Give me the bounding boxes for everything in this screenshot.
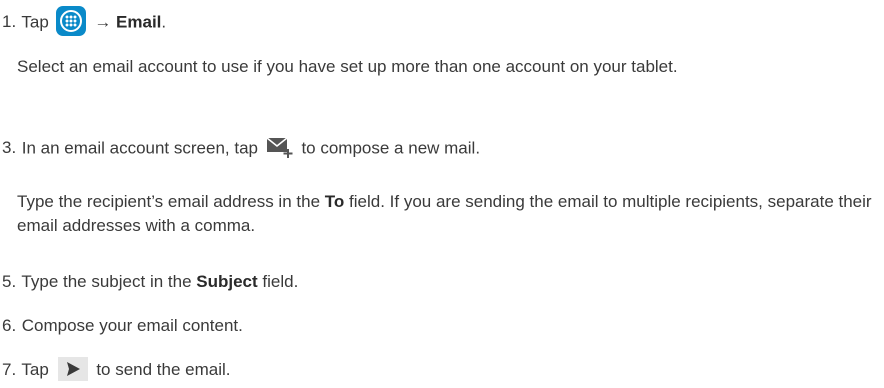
- step-number: 4.: [0, 190, 17, 214]
- email-bold-label: Email: [116, 12, 162, 32]
- step-5: 5. Type the subject in the Subject field…: [2, 270, 298, 294]
- step-number: 1.: [2, 12, 17, 32]
- step-7: 7. Tap to send the email.: [2, 356, 231, 383]
- apps-icon: [55, 6, 86, 36]
- step-text-end: to compose a new mail.: [301, 138, 481, 158]
- step-text: Compose your email content.: [21, 316, 243, 335]
- step-text: Tap: [21, 12, 49, 32]
- subject-bold-label: Subject: [196, 272, 258, 291]
- step-1: 1. Tap → Email.: [2, 6, 167, 38]
- step-number: 7.: [2, 360, 17, 379]
- step-text-end: .: [161, 12, 167, 32]
- step-3: 3. In an email account screen, tap to co…: [2, 136, 480, 162]
- compose-mail-icon: [265, 134, 295, 160]
- step-text-end: to send the email.: [96, 360, 231, 379]
- step-text: In an email account screen, tap: [21, 138, 258, 158]
- step-text: Tap: [21, 360, 49, 379]
- step-number: 2.: [0, 55, 17, 79]
- to-bold-label: To: [324, 192, 345, 211]
- step-text: Select an email account to use if you ha…: [17, 57, 678, 76]
- step-number: 5.: [2, 272, 17, 291]
- step-text: Type the subject in the: [21, 272, 192, 291]
- arrow-text: →: [94, 12, 112, 32]
- send-icon: [57, 356, 88, 381]
- step-2: 2.Select an email account to use if you …: [0, 55, 884, 79]
- step-text: Type the recipient’s email address in th…: [17, 192, 321, 211]
- step-number: 6.: [2, 316, 17, 335]
- step-number: 3.: [2, 138, 17, 158]
- step-6: 6. Compose your email content.: [2, 314, 243, 338]
- step-4: 4.Type the recipient’s email address in …: [0, 190, 884, 238]
- step-text-end: field.: [262, 272, 299, 291]
